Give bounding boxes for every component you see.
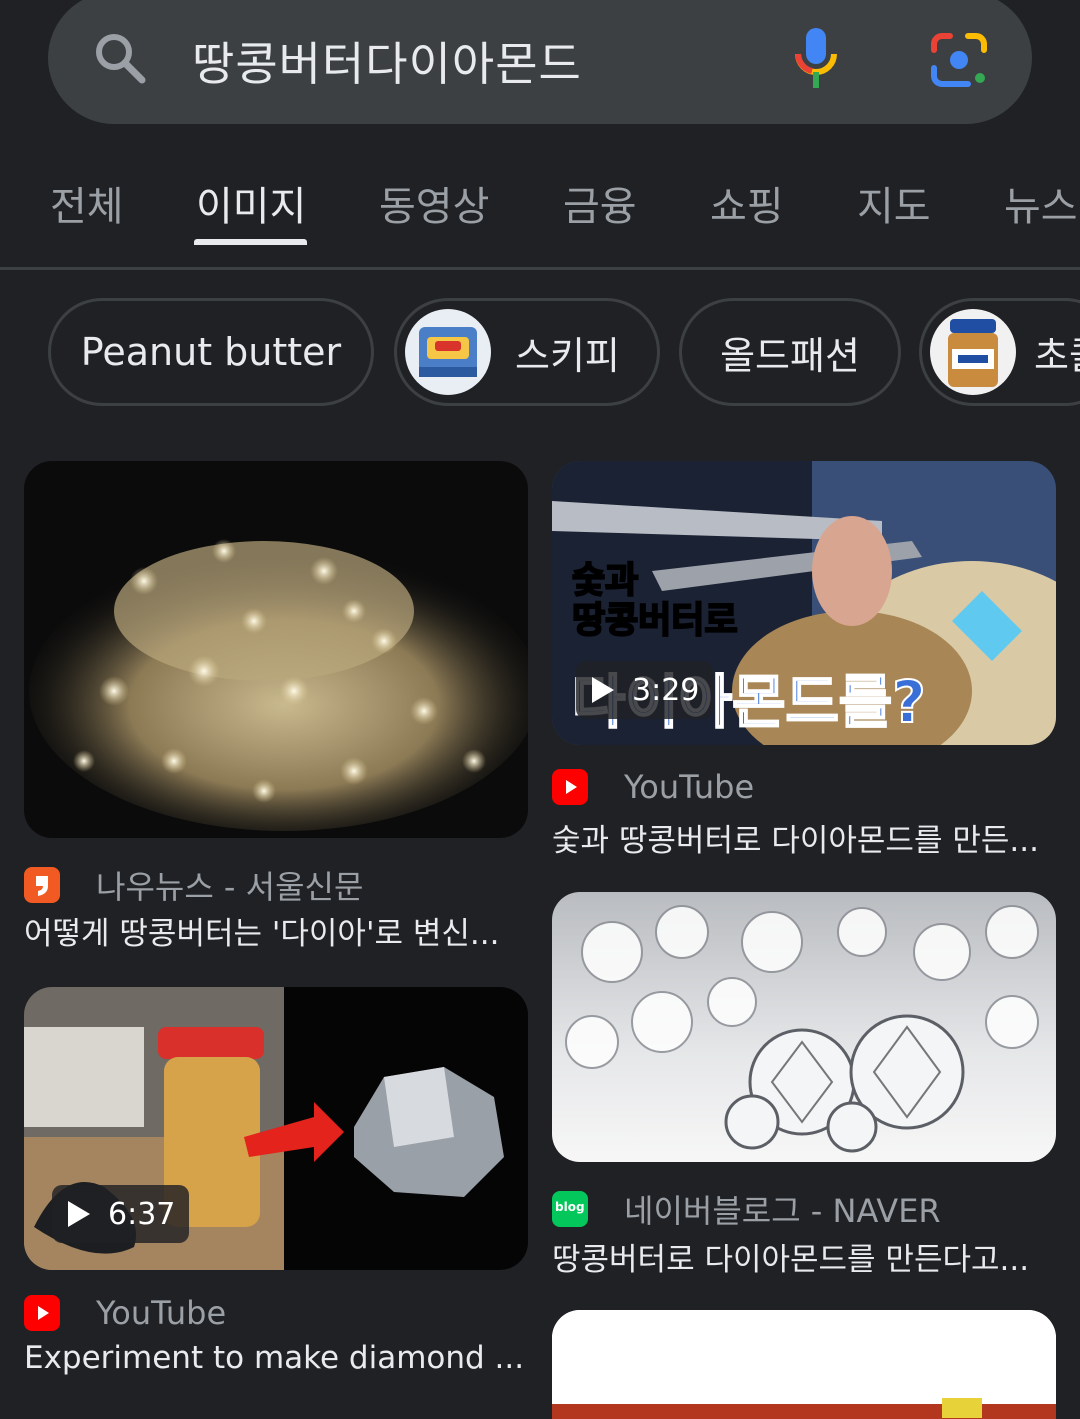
video-duration-badge: 6:37 [52, 1185, 190, 1243]
tab-shopping[interactable]: 쇼핑 [710, 174, 784, 232]
result-thumbnail[interactable] [552, 1310, 1056, 1419]
chip-label: 스키피 [515, 333, 620, 378]
tab-finance[interactable]: 금융 [563, 174, 637, 232]
search-query[interactable]: 땅콩버터다이아몬드 [192, 28, 582, 94]
chip-thumbnail [405, 309, 491, 395]
search-icon[interactable] [92, 30, 148, 86]
thumbnail-caption: 숯과 땅콩버터로 [571, 560, 739, 642]
result-source[interactable]: YouTube [552, 768, 754, 806]
result-title[interactable]: Experiment to make diamond ... [24, 1340, 524, 1376]
result-thumbnail[interactable] [552, 892, 1056, 1162]
chip-thumbnail [930, 309, 1016, 395]
tab-images[interactable]: 이미지 [196, 174, 306, 232]
tab-news[interactable]: 뉴스 [1004, 174, 1078, 232]
result-source[interactable]: blog 네이버블로그 - NAVER [552, 1186, 941, 1232]
chip-peanut-butter[interactable]: Peanut butter [48, 298, 374, 406]
google-lens-icon[interactable] [930, 32, 988, 88]
image-search-page: 땅콩버터다이아몬드 전체 이미지 동영상 금융 쇼핑 지도 뉴스 Peanut … [0, 0, 1080, 1419]
thumbnail-caption-line: 땅콩버터로 [571, 600, 739, 642]
chip-label: 올드패션 [720, 333, 860, 378]
play-icon [592, 677, 614, 703]
video-duration: 3:29 [632, 672, 700, 708]
tab-maps[interactable]: 지도 [857, 174, 931, 232]
result-source[interactable]: YouTube [24, 1294, 226, 1332]
active-tab-indicator [194, 239, 307, 245]
source-name: 나우뉴스 - 서울신문 [96, 868, 364, 906]
chip-label: 초콜 [1034, 333, 1080, 378]
tabs-divider [0, 267, 1080, 270]
chip-skippy[interactable]: 스키피 [394, 298, 660, 406]
chip-label: Peanut butter [80, 330, 342, 374]
play-icon [68, 1201, 90, 1227]
result-thumbnail[interactable]: 숯과 땅콩버터로 다이아몬드를? 3:29 [552, 461, 1056, 745]
tab-all[interactable]: 전체 [50, 174, 124, 232]
tab-videos[interactable]: 동영상 [379, 174, 489, 232]
naver-blog-icon-label: blog [555, 1200, 585, 1214]
naver-blog-icon: blog [552, 1191, 588, 1227]
source-name: 네이버블로그 - NAVER [624, 1192, 941, 1230]
result-title[interactable]: 땅콩버터로 다이아몬드를 만든다고... [552, 1234, 1052, 1279]
mic-icon[interactable] [792, 26, 840, 92]
youtube-icon [24, 1295, 60, 1331]
source-name: YouTube [624, 768, 755, 806]
result-source[interactable]: 나우뉴스 - 서울신문 [24, 862, 363, 908]
result-title[interactable]: 숯과 땅콩버터로 다이아몬드를 만든... [552, 815, 1052, 860]
video-duration: 6:37 [108, 1196, 176, 1232]
result-thumbnail[interactable]: 6:37 [24, 987, 528, 1270]
video-duration-badge: 3:29 [576, 661, 714, 719]
nownews-icon [24, 867, 60, 903]
result-thumbnail[interactable] [24, 461, 528, 838]
youtube-icon [552, 769, 588, 805]
chip-chocolate[interactable]: 초콜 [919, 298, 1080, 406]
thumbnail-caption-line: 숯과 [571, 560, 639, 602]
source-name: YouTube [96, 1294, 227, 1332]
result-title[interactable]: 어떻게 땅콩버터는 '다이아'로 변신... [24, 908, 524, 953]
chip-old-fashion[interactable]: 올드패션 [679, 298, 901, 406]
